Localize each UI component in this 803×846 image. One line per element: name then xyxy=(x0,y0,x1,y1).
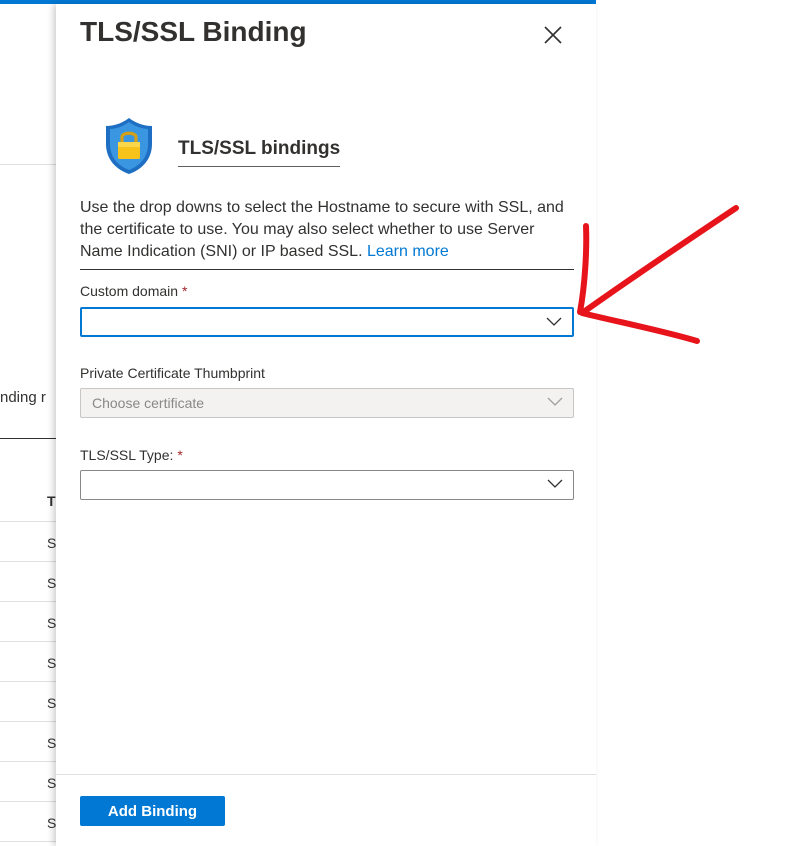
blade-title: TLS/SSL Binding xyxy=(80,16,307,47)
bg-table-cell: S xyxy=(47,535,57,551)
bg-row-divider xyxy=(0,681,56,682)
certificate-dropdown: Choose certificate xyxy=(80,388,574,418)
bg-column-header: T xyxy=(47,493,56,509)
description-body: Use the drop downs to select the Hostnam… xyxy=(80,199,564,260)
bg-row-divider xyxy=(0,561,56,562)
chevron-down-icon xyxy=(546,317,562,326)
bg-table-cell: S xyxy=(47,615,57,631)
bg-divider xyxy=(0,438,56,439)
ssl-type-label-text: TLS/SSL Type: xyxy=(80,447,174,463)
custom-domain-label-text: Custom domain xyxy=(80,283,179,299)
close-button[interactable] xyxy=(540,22,566,48)
shield-lock-icon xyxy=(106,118,152,174)
bg-row-divider xyxy=(0,641,56,642)
custom-domain-label: Custom domain * xyxy=(80,283,188,299)
bg-table-cell: S xyxy=(47,655,57,671)
bg-table-cell: S xyxy=(47,575,57,591)
add-binding-button[interactable]: Add Binding xyxy=(80,796,225,826)
section-heading: TLS/SSL bindings xyxy=(178,138,341,167)
bg-table-cell: S xyxy=(47,815,57,831)
chevron-down-icon xyxy=(547,479,563,488)
bg-row-divider xyxy=(0,721,56,722)
bg-row-divider xyxy=(0,801,56,802)
learn-more-link[interactable]: Learn more xyxy=(367,243,449,260)
certificate-label: Private Certificate Thumbprint xyxy=(80,365,265,381)
required-marker: * xyxy=(177,447,183,463)
custom-domain-dropdown[interactable] xyxy=(80,307,574,337)
bg-row-divider xyxy=(0,521,56,522)
footer-divider xyxy=(56,774,596,775)
bg-row-divider xyxy=(0,601,56,602)
certificate-placeholder: Choose certificate xyxy=(92,395,205,411)
description-text: Use the drop downs to select the Hostnam… xyxy=(80,197,574,263)
ssl-type-dropdown[interactable] xyxy=(80,470,574,500)
ssl-type-label: TLS/SSL Type: * xyxy=(80,447,183,463)
required-marker: * xyxy=(182,283,188,299)
bg-table-cell: S xyxy=(47,695,57,711)
bg-table-cell: S xyxy=(47,775,57,791)
bg-row-divider xyxy=(0,761,56,762)
section-divider xyxy=(80,269,574,270)
close-icon xyxy=(544,26,562,44)
chevron-down-icon xyxy=(547,397,563,406)
bg-divider xyxy=(0,164,56,165)
bg-partial-label: nding r xyxy=(0,389,46,406)
tls-ssl-binding-blade: TLS/SSL Binding TLS/SSL bindings Use the… xyxy=(56,4,596,846)
bg-row-divider xyxy=(0,841,56,842)
bg-table-cell: S xyxy=(47,735,57,751)
